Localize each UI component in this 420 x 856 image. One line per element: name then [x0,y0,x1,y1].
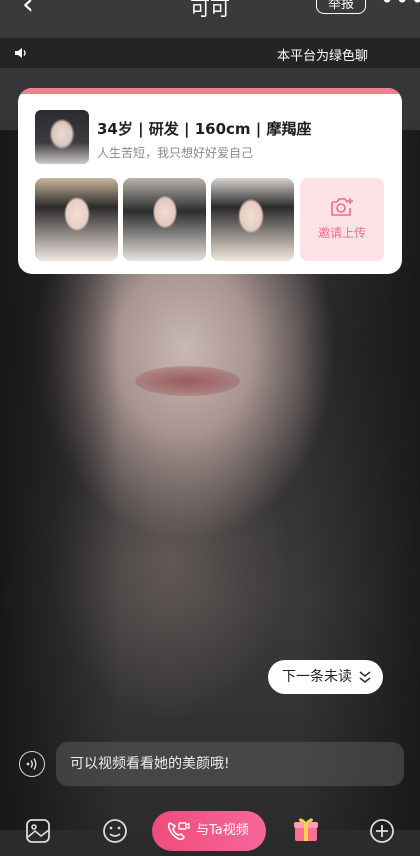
profile-photo-2[interactable] [123,178,206,261]
double-chevron-down-icon [359,671,371,684]
bottom-toolbar: 与Ta视频 [0,800,420,856]
profile-motto: 人生苦短，我只想好好爱自己 [97,146,254,160]
more-dots-icon[interactable]: ••• [380,0,420,14]
sticker-icon[interactable] [24,817,52,845]
camera-plus-icon [331,198,353,216]
video-call-button[interactable]: 与Ta视频 [152,811,266,851]
card-top-band [18,88,402,94]
message-input[interactable]: 可以视频看看她的美颜哦! [56,742,404,786]
voice-input-button[interactable] [19,751,45,777]
profile-photo-1[interactable] [35,178,118,261]
notice-bar: 本平台为绿色聊 [0,38,420,68]
profile-photo-3[interactable] [211,178,294,261]
top-bar: ‹ 可可 举报 ••• [0,0,420,20]
next-unread-label: 下一条未读 [282,669,352,685]
gift-icon[interactable] [291,814,321,844]
plus-circle-icon[interactable] [368,817,396,845]
profile-info: 34岁 | 研发 | 160cm | 摩羯座 [97,120,312,138]
video-call-label: 与Ta视频 [196,823,249,838]
invite-upload-button[interactable]: 邀请上传 [300,178,384,261]
background-lips [135,366,240,396]
report-button[interactable]: 举报 [316,0,366,14]
notice-text: 本平台为绿色聊 [277,49,369,64]
voice-wave-icon [26,758,37,770]
video-call-icon [167,822,190,841]
invite-upload-label: 邀请上传 [317,226,366,240]
speaker-icon [15,48,26,58]
next-unread-button[interactable]: 下一条未读 [268,660,383,694]
profile-card[interactable]: 34岁 | 研发 | 160cm | 摩羯座 人生苦短，我只想好好爱自己 邀请上… [18,88,402,274]
avatar[interactable] [35,110,89,164]
smile-icon[interactable] [101,817,129,845]
